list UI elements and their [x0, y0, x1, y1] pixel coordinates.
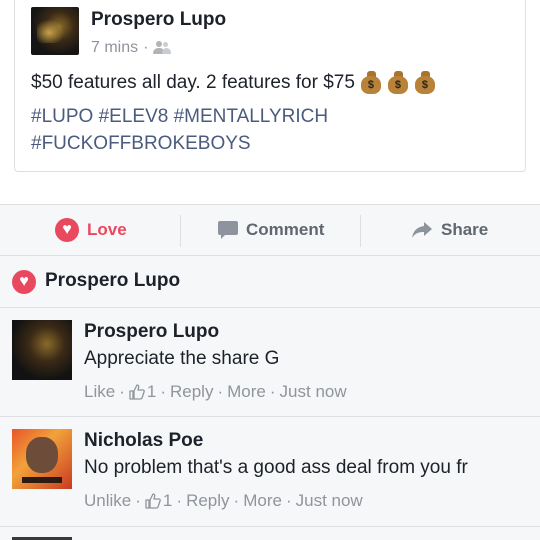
action-divider	[180, 215, 181, 247]
comment-author-name[interactable]: Prospero Lupo	[84, 321, 219, 343]
comment-time: Just now	[279, 382, 347, 401]
next-comment-stub	[0, 527, 540, 540]
thumbs-up-icon	[145, 493, 161, 509]
like-count[interactable]: 1	[163, 491, 172, 511]
unlike-link[interactable]: Unlike	[84, 491, 131, 511]
post-meta: 7 mins ·	[91, 39, 172, 57]
comment-time: Just now	[295, 491, 363, 510]
comment-text: Appreciate the share G	[84, 348, 280, 369]
thumbs-up-icon	[129, 384, 145, 400]
money-bag-icon: $	[387, 71, 409, 95]
post-author-name[interactable]: Prospero Lupo	[91, 9, 226, 31]
friends-icon[interactable]	[153, 41, 172, 55]
meta-separator: ·	[143, 39, 149, 56]
share-button[interactable]: Share	[411, 205, 488, 255]
love-label: Love	[87, 220, 127, 239]
money-bag-icon: $	[360, 71, 382, 95]
like-count[interactable]: 1	[147, 382, 156, 402]
money-bag-icon: $	[414, 71, 436, 95]
comment-icon	[218, 221, 238, 239]
comment-button[interactable]: Comment	[218, 205, 324, 255]
post-text: $50 features all day. 2 features for $75	[31, 72, 355, 93]
like-link[interactable]: Like	[84, 382, 115, 402]
comment-item: Nicholas Poe No problem that's a good as…	[0, 417, 540, 527]
comment-label: Comment	[246, 220, 325, 239]
comment-author-name[interactable]: Nicholas Poe	[84, 430, 203, 452]
reply-link[interactable]: Reply	[186, 491, 229, 511]
love-heart-icon	[55, 218, 79, 242]
comment-actions: Unlike · 1 · Reply · More · Just now	[84, 491, 363, 511]
reactor-name[interactable]: Prospero Lupo	[45, 270, 180, 292]
reactions-row[interactable]: Prospero Lupo	[0, 256, 540, 308]
post-text-line: $50 features all day. 2 features for $75…	[31, 71, 436, 95]
action-divider	[360, 215, 361, 247]
post-hashtags[interactable]: #LUPO #ELEV8 #MENTALLYRICH #FUCKOFFBROKE…	[31, 103, 501, 157]
comment-text: No problem that's a good ass deal from y…	[84, 457, 468, 478]
post-author-avatar[interactable]	[31, 7, 79, 55]
comment-actions: Like · 1 · Reply · More · Just now	[84, 382, 347, 402]
love-heart-icon	[12, 270, 36, 294]
share-label: Share	[441, 220, 489, 239]
comment-author-avatar[interactable]	[12, 320, 72, 380]
more-link[interactable]: More	[243, 491, 282, 511]
comment-author-avatar[interactable]	[12, 429, 72, 489]
reply-link[interactable]: Reply	[170, 382, 213, 402]
comment-item: Prospero Lupo Appreciate the share G Lik…	[0, 308, 540, 417]
more-link[interactable]: More	[227, 382, 266, 402]
post-area: Prospero Lupo 7 mins · $50 features all …	[0, 0, 540, 204]
post-card: Prospero Lupo 7 mins · $50 features all …	[14, 0, 526, 172]
share-arrow-icon	[411, 221, 433, 239]
action-bar: Love Comment Share	[0, 204, 540, 256]
love-button[interactable]: Love	[55, 205, 127, 255]
post-time[interactable]: 7 mins	[91, 39, 138, 57]
